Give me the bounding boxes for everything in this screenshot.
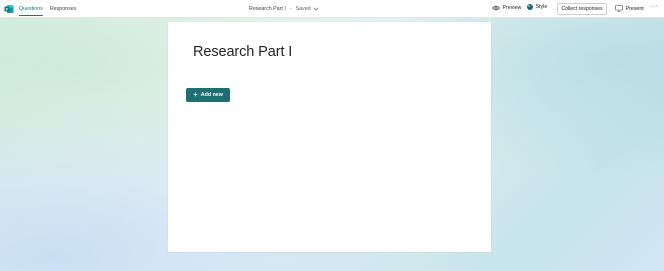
top-toolbar: F Questions Responses Research Part I - … bbox=[0, 0, 664, 18]
form-title[interactable]: Research Part I bbox=[193, 44, 292, 60]
present-button[interactable]: Present bbox=[615, 5, 644, 12]
title-separator: - bbox=[289, 6, 292, 12]
form-canvas: Research Part I + Add new bbox=[168, 22, 491, 252]
plus-icon: + bbox=[193, 89, 198, 99]
style-palette-icon bbox=[527, 4, 533, 10]
forms-app-icon[interactable]: F bbox=[4, 4, 14, 14]
document-title-area: Research Part I - Saved bbox=[249, 0, 319, 18]
present-icon bbox=[615, 5, 623, 12]
add-new-label: Add new bbox=[200, 92, 223, 98]
chevron-down-icon bbox=[313, 7, 319, 11]
present-label: Present bbox=[625, 5, 644, 12]
view-tabs: Questions Responses bbox=[19, 0, 76, 18]
style-label: Style bbox=[535, 4, 548, 10]
tab-questions[interactable]: Questions bbox=[19, 0, 43, 18]
add-new-button[interactable]: + Add new bbox=[186, 88, 230, 102]
eye-icon bbox=[492, 5, 500, 11]
tab-responses[interactable]: Responses bbox=[50, 0, 77, 18]
style-button[interactable]: Style bbox=[527, 4, 547, 10]
collect-responses-button[interactable]: Collect responses bbox=[557, 3, 607, 15]
saved-status-label: Saved bbox=[295, 6, 311, 12]
more-icon[interactable]: ··· bbox=[650, 3, 659, 10]
preview-button[interactable]: Preview bbox=[492, 5, 521, 11]
saved-status[interactable]: Saved bbox=[296, 6, 319, 12]
document-title[interactable]: Research Part I bbox=[249, 6, 286, 12]
preview-label: Preview bbox=[502, 5, 522, 11]
